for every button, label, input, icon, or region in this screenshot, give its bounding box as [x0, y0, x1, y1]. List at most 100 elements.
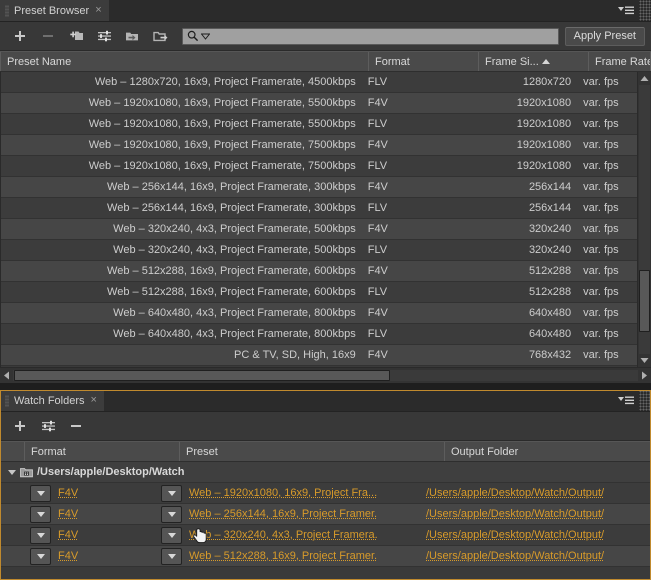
output-folder-value[interactable]: /Users/apple/Desktop/Watch/Output/: [426, 487, 604, 499]
cell-rate: var. fps: [583, 202, 619, 214]
panel-menu-icon[interactable]: [613, 0, 639, 21]
preset-vertical-scrollbar[interactable]: [637, 72, 651, 367]
cell-size: 320x240: [528, 244, 572, 256]
preset-dropdown-button[interactable]: [161, 526, 182, 544]
cell-size: 1280x720: [522, 76, 572, 88]
preset-hscroll-thumb[interactable]: [14, 370, 390, 381]
apply-preset-button[interactable]: Apply Preset: [564, 26, 645, 46]
watch-folder-row[interactable]: F4V Web – 512x288, 16x9, Project Framer. /…: [0, 546, 651, 567]
chevron-down-icon: [36, 511, 45, 517]
cell-size: 320x240: [528, 223, 572, 235]
format-dropdown-button[interactable]: [30, 505, 51, 523]
watch-folder-row[interactable]: F4V Web – 256x144, 16x9, Project Framer. /…: [0, 504, 651, 525]
preset-dropdown-button[interactable]: [161, 547, 182, 565]
preset-value[interactable]: Web – 320x240, 4x3, Project Framera.: [189, 529, 378, 541]
table-row[interactable]: Web – 256x144, 16x9, Project Framerate, …: [1, 177, 638, 198]
table-row[interactable]: Web – 1920x1080, 16x9, Project Framerate…: [1, 135, 638, 156]
import-folder-icon[interactable]: [118, 25, 146, 47]
table-row[interactable]: Web – 320x240, 4x3, Project Framerate, 5…: [1, 240, 638, 261]
table-row[interactable]: PC & TV, SD, High, 16x9 F4V 768x432 var. fp…: [1, 345, 638, 366]
table-row[interactable]: Web – 1280x720, 16x9, Project Framerate,…: [1, 72, 638, 93]
format-value[interactable]: F4V: [58, 508, 78, 520]
cell-format: F4V: [367, 181, 388, 193]
search-field[interactable]: [182, 27, 559, 45]
preset-column-header-3[interactable]: Frame Si...: [479, 52, 589, 71]
preset-settings-button[interactable]: [90, 25, 118, 47]
tab-watch-folders[interactable]: Watch Folders ×: [0, 390, 104, 411]
preset-value[interactable]: Web – 512x288, 16x9, Project Framer.: [189, 550, 377, 562]
column-header-label: Output Folder: [451, 445, 519, 458]
table-row[interactable]: Web – 512x288, 16x9, Project Framerate, …: [1, 282, 638, 303]
cell-preset: Web – 256x144, 16x9, Project Framer.: [155, 505, 420, 523]
format-dropdown-button[interactable]: [30, 547, 51, 565]
table-row[interactable]: Web – 320x240, 4x3, Project Framerate, 5…: [1, 219, 638, 240]
format-value[interactable]: F4V: [58, 529, 78, 541]
preset-horizontal-scrollbar[interactable]: [0, 367, 651, 383]
tab-preset-browser[interactable]: Preset Browser ×: [0, 0, 109, 21]
panel-menu-icon[interactable]: [613, 390, 639, 411]
preset-value[interactable]: Web – 1920x1080, 16x9, Project Fra...: [189, 487, 377, 499]
output-folder-value[interactable]: /Users/apple/Desktop/Watch/Output/: [426, 508, 604, 520]
cell-format: FLV: [367, 160, 388, 172]
output-folder-value[interactable]: /Users/apple/Desktop/Watch/Output/: [426, 529, 604, 541]
close-icon[interactable]: ×: [90, 395, 97, 406]
watch-folder-row[interactable]: F4V Web – 320x240, 4x3, Project Framera. /…: [0, 525, 651, 546]
column-header-label: Preset Name: [7, 55, 72, 68]
preset-column-headers: Preset Name Format Frame Si... Frame Rate: [0, 51, 651, 72]
panel-divider[interactable]: [0, 383, 651, 390]
scroll-down-icon[interactable]: [638, 354, 651, 367]
add-watch-folder-button[interactable]: [6, 415, 34, 437]
remove-watch-folder-button[interactable]: [62, 415, 90, 437]
format-dropdown-button[interactable]: [30, 526, 51, 544]
search-input[interactable]: [212, 28, 554, 44]
format-value[interactable]: F4V: [58, 550, 78, 562]
watch-column-header-4[interactable]: Output Folder: [445, 442, 651, 461]
table-row[interactable]: Web – 512x288, 16x9, Project Framerate, …: [1, 261, 638, 282]
preset-column-header-1[interactable]: Preset Name: [0, 52, 369, 71]
chevron-down-icon: [36, 532, 45, 538]
table-row[interactable]: Web – 1920x1080, 16x9, Project Framerate…: [1, 156, 638, 177]
cell-format: F4V: [367, 265, 388, 277]
watch-folder-settings-button[interactable]: [34, 415, 62, 437]
panel-resize-grip[interactable]: [639, 390, 651, 411]
watch-column-header-2[interactable]: Format: [25, 442, 180, 461]
watch-folder-row[interactable]: F4V Web – 1920x1080, 16x9, Project Fra...…: [0, 483, 651, 504]
format-dropdown-button[interactable]: [30, 484, 51, 502]
scroll-right-icon[interactable]: [638, 368, 651, 383]
table-row[interactable]: Web – 1920x1080, 16x9, Project Framerate…: [1, 93, 638, 114]
tab-grip-icon: [5, 394, 9, 407]
cell-size: 1920x1080: [516, 97, 572, 109]
preset-dropdown-button[interactable]: [161, 484, 182, 502]
table-row[interactable]: Web – 640x480, 4x3, Project Framerate, 8…: [1, 324, 638, 345]
preset-column-header-4[interactable]: Frame Rate: [589, 52, 651, 71]
panel-resize-grip[interactable]: [639, 0, 651, 21]
cell-size: 1920x1080: [516, 160, 572, 172]
new-preset-button[interactable]: [6, 25, 34, 47]
watch-folders-tabbar: Watch Folders ×: [0, 390, 651, 412]
table-row[interactable]: Web – 640x480, 4x3, Project Framerate, 8…: [1, 303, 638, 324]
cell-rate: var. fps: [583, 118, 619, 130]
column-header-label: Format: [375, 55, 410, 68]
preset-column-header-2[interactable]: Format: [369, 52, 479, 71]
format-value[interactable]: F4V: [58, 487, 78, 499]
watch-column-header-1[interactable]: [0, 442, 25, 461]
scroll-up-icon[interactable]: [638, 72, 651, 85]
table-row[interactable]: Web – 256x144, 16x9, Project Framerate, …: [1, 198, 638, 219]
cell-format: FLV: [367, 202, 388, 214]
table-row[interactable]: Web – 1920x1080, 16x9, Project Framerate…: [1, 114, 638, 135]
scroll-left-icon[interactable]: [0, 368, 13, 383]
close-icon[interactable]: ×: [94, 5, 101, 16]
cell-rate: var. fps: [583, 307, 619, 319]
disclosure-triangle-icon[interactable]: [8, 469, 16, 475]
preset-value[interactable]: Web – 256x144, 16x9, Project Framer.: [189, 508, 377, 520]
watch-column-header-3[interactable]: Preset: [180, 442, 445, 461]
export-folder-icon[interactable]: [146, 25, 174, 47]
cell-rate: var. fps: [583, 160, 619, 172]
delete-preset-button[interactable]: [34, 25, 62, 47]
new-preset-folder-button[interactable]: [62, 25, 90, 47]
cell-format: FLV: [367, 76, 388, 88]
preset-scroll-thumb[interactable]: [639, 270, 650, 332]
watch-folder-group-row[interactable]: /Users/apple/Desktop/Watch: [0, 462, 651, 483]
output-folder-value[interactable]: /Users/apple/Desktop/Watch/Output/: [426, 550, 604, 562]
preset-dropdown-button[interactable]: [161, 505, 182, 523]
